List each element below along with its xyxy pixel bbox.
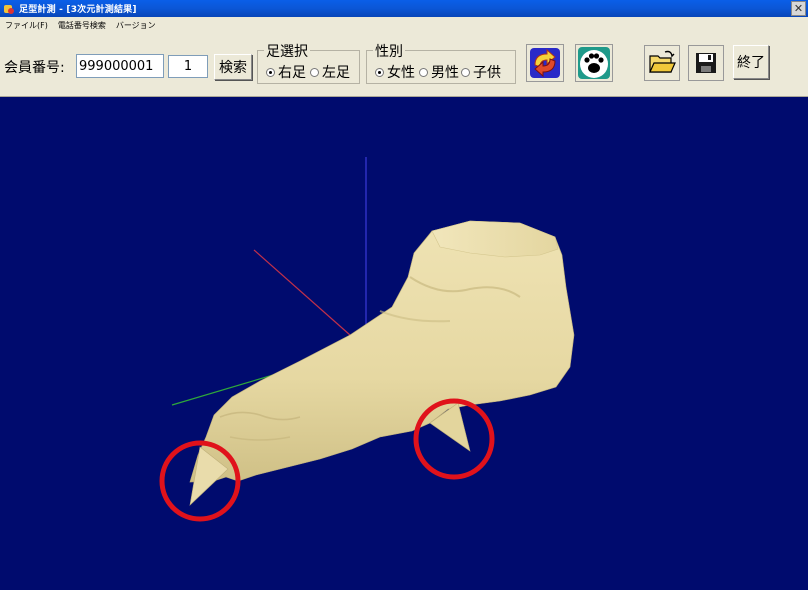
menu-bar: ファイル(F) 電話番号検索 バージョン — [0, 17, 808, 33]
right-foot-label: 右足 — [278, 65, 306, 81]
floppy-disk-icon — [696, 53, 716, 73]
left-foot-label: 左足 — [322, 65, 350, 81]
child-label: 子供 — [473, 65, 501, 81]
gender-group: 性別 女性 男性 子供 — [366, 41, 516, 84]
male-label: 男性 — [431, 65, 459, 81]
member-number-input[interactable] — [76, 54, 164, 78]
radio-female[interactable] — [375, 67, 384, 77]
gender-title: 性別 — [373, 41, 405, 61]
3d-viewport[interactable] — [0, 97, 808, 590]
radio-left-foot[interactable] — [310, 67, 319, 77]
foot-select-title: 足選択 — [264, 41, 310, 61]
foot-select-group: 足選択 右足 左足 — [257, 41, 360, 84]
paw-print-icon — [578, 47, 610, 79]
menu-version[interactable]: バージョン — [111, 20, 161, 31]
window-title: 足型計測 - [3次元計測結果] — [19, 5, 137, 15]
search-button[interactable]: 検索 — [214, 54, 252, 80]
title-bar: 足型計測 - [3次元計測結果] ✕ — [0, 0, 808, 17]
radio-right-foot[interactable] — [266, 67, 275, 77]
folder-open-icon — [649, 50, 676, 73]
member-number-label: 会員番号: — [4, 60, 65, 76]
save-button[interactable] — [688, 45, 724, 81]
sequence-field[interactable]: 1 — [168, 55, 208, 78]
menu-file[interactable]: ファイル(F) — [0, 20, 53, 31]
foot-mesh — [189, 220, 575, 483]
app-icon — [3, 3, 15, 15]
radio-male[interactable] — [419, 67, 428, 77]
female-label: 女性 — [387, 65, 415, 81]
radio-child[interactable] — [461, 67, 470, 77]
menu-phone-search[interactable]: 電話番号検索 — [53, 20, 111, 31]
close-button[interactable]: ✕ — [791, 1, 806, 16]
rotate-button[interactable] — [526, 44, 564, 82]
foot-render — [159, 157, 575, 522]
exit-button[interactable]: 終了 — [733, 45, 769, 79]
x-axis-line — [253, 249, 351, 336]
rotate-arrows-icon — [530, 48, 560, 78]
footprint-button[interactable] — [575, 44, 613, 82]
open-button[interactable] — [644, 45, 680, 81]
